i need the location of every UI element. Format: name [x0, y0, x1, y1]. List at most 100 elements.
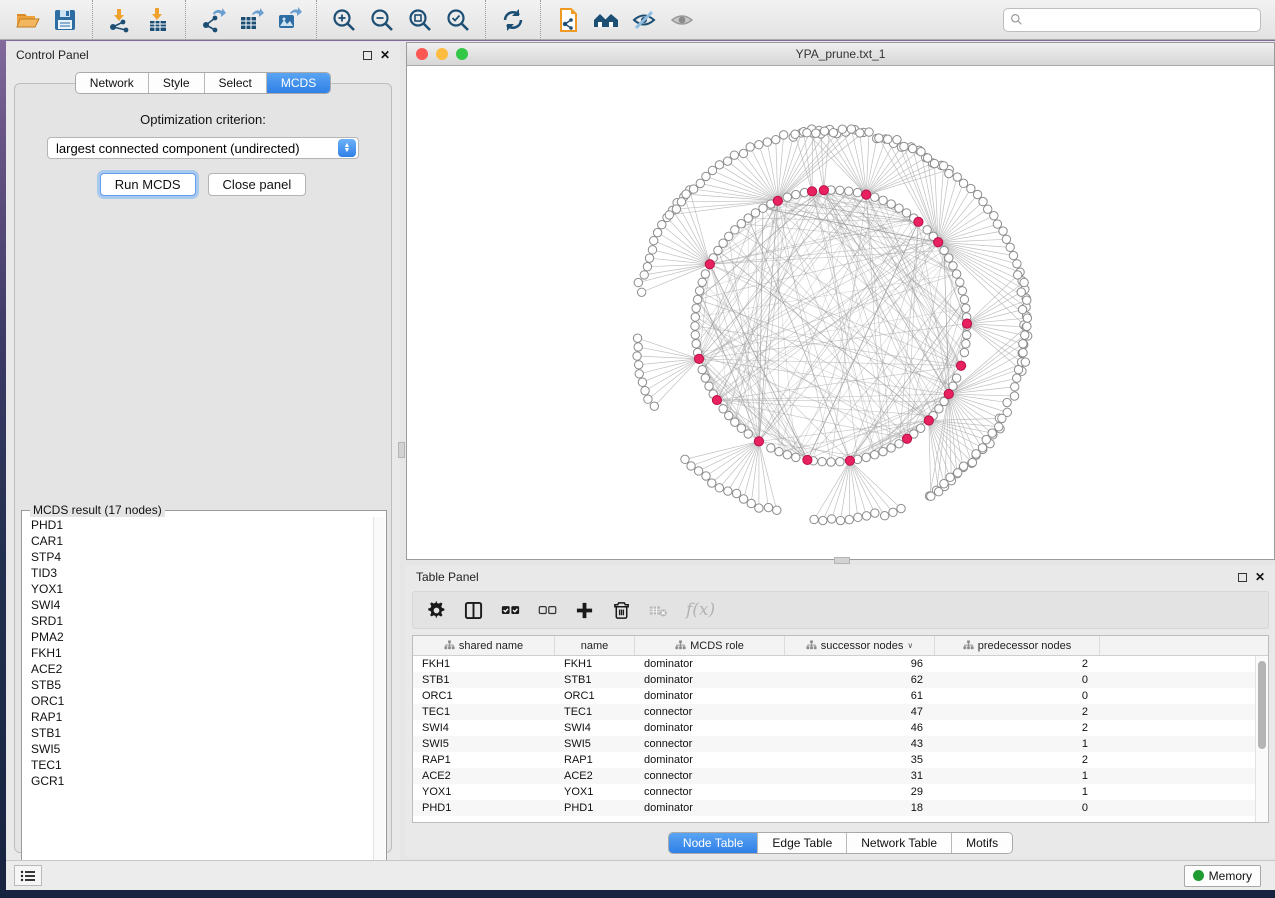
mcds-result-item[interactable]: CAR1	[31, 533, 373, 549]
leaf-node[interactable]	[791, 130, 799, 138]
leaf-node[interactable]	[829, 128, 837, 136]
mcds-result-item[interactable]: STB1	[31, 725, 373, 741]
tab-motifs[interactable]: Motifs	[952, 833, 1012, 853]
leaf-node[interactable]	[1011, 383, 1019, 391]
leaf-node[interactable]	[1013, 271, 1021, 279]
leaf-node[interactable]	[1010, 392, 1018, 400]
leaf-node[interactable]	[1009, 251, 1017, 259]
ring-node[interactable]	[693, 295, 701, 303]
ring-node[interactable]	[767, 444, 775, 452]
mcds-result-item[interactable]: YOX1	[31, 581, 373, 597]
vertical-splitter-handle[interactable]	[398, 442, 405, 458]
import-table-icon[interactable]	[139, 4, 177, 36]
leaf-node[interactable]	[917, 147, 925, 155]
ring-node[interactable]	[945, 254, 953, 262]
mcds-hub-node[interactable]	[694, 354, 703, 363]
tab-style[interactable]: Style	[149, 73, 205, 93]
leaf-node[interactable]	[1003, 398, 1011, 406]
leaf-node[interactable]	[724, 487, 732, 495]
mcds-result-item[interactable]: SWI4	[31, 597, 373, 613]
column-header-MCDS-role[interactable]: MCDS role	[635, 636, 785, 655]
leaf-node[interactable]	[995, 423, 1003, 431]
leaf-node[interactable]	[934, 488, 942, 496]
leaf-node[interactable]	[653, 228, 661, 236]
mcds-hub-node[interactable]	[924, 416, 933, 425]
leaf-node[interactable]	[897, 504, 905, 512]
table-row[interactable]: SWI4SWI4dominator462	[413, 720, 1268, 736]
ring-node[interactable]	[949, 262, 957, 270]
mcds-hub-node[interactable]	[962, 319, 971, 328]
criterion-dropdown[interactable]: largest connected component (undirected)…	[47, 137, 359, 159]
ring-node[interactable]	[871, 451, 879, 459]
leaf-node[interactable]	[871, 509, 879, 517]
leaf-node[interactable]	[973, 190, 981, 198]
memory-button[interactable]: Memory	[1184, 865, 1261, 887]
leaf-node[interactable]	[755, 504, 763, 512]
leaf-node[interactable]	[665, 211, 673, 219]
close-table-panel-icon[interactable]: ✕	[1255, 573, 1265, 582]
mcds-hub-node[interactable]	[902, 434, 911, 443]
leaf-node[interactable]	[687, 462, 695, 470]
leaf-node[interactable]	[1023, 322, 1031, 330]
leaf-node[interactable]	[638, 378, 646, 386]
leaf-node[interactable]	[635, 361, 643, 369]
close-panel-button[interactable]: Close panel	[208, 173, 307, 196]
table-row[interactable]: PHD1PHD1dominator180	[413, 800, 1268, 816]
leaf-node[interactable]	[715, 484, 723, 492]
run-mcds-button[interactable]: Run MCDS	[100, 173, 196, 196]
leaf-node[interactable]	[1017, 288, 1025, 296]
ring-node[interactable]	[836, 458, 844, 466]
column-header-successor-nodes[interactable]: successor nodes∨	[785, 636, 935, 655]
leaf-node[interactable]	[1013, 260, 1021, 268]
mcds-result-item[interactable]: GCR1	[31, 773, 373, 789]
leaf-node[interactable]	[1021, 331, 1029, 339]
leaf-node[interactable]	[959, 179, 967, 187]
ring-node[interactable]	[916, 424, 924, 432]
leaf-node[interactable]	[641, 387, 649, 395]
ring-node[interactable]	[719, 239, 727, 247]
mcds-list-scrollbar[interactable]	[373, 517, 385, 876]
delete-column-icon[interactable]	[612, 601, 631, 620]
maximize-window-icon[interactable]	[456, 48, 468, 60]
ring-node[interactable]	[962, 340, 970, 348]
leaf-node[interactable]	[1014, 365, 1022, 373]
copy-network-icon[interactable]	[549, 4, 587, 36]
leaf-node[interactable]	[723, 157, 731, 165]
mcds-result-list[interactable]: PHD1CAR1STP4TID3YOX1SWI4SRD1PMA2FKH1ACE2…	[23, 517, 373, 876]
tab-node-table[interactable]: Node Table	[669, 833, 759, 853]
leaf-node[interactable]	[927, 492, 935, 500]
leaf-node[interactable]	[1020, 278, 1028, 286]
leaf-node[interactable]	[847, 125, 855, 133]
table-scrollbar[interactable]	[1255, 656, 1268, 822]
leaf-node[interactable]	[739, 149, 747, 157]
tab-select[interactable]: Select	[205, 73, 267, 93]
leaf-node[interactable]	[812, 129, 820, 137]
leaf-node[interactable]	[999, 227, 1007, 235]
ring-node[interactable]	[759, 204, 767, 212]
leaf-node[interactable]	[819, 516, 827, 524]
mcds-hub-node[interactable]	[862, 190, 871, 199]
table-row[interactable]: YOX1YOX1connector291	[413, 784, 1268, 800]
leaf-node[interactable]	[746, 143, 754, 151]
ring-node[interactable]	[695, 287, 703, 295]
leaf-node[interactable]	[968, 458, 976, 466]
mcds-hub-node[interactable]	[712, 395, 721, 404]
leaf-node[interactable]	[838, 125, 846, 133]
mcds-result-item[interactable]: SWI5	[31, 741, 373, 757]
leaf-node[interactable]	[845, 515, 853, 523]
leaf-node[interactable]	[694, 467, 702, 475]
open-file-icon[interactable]	[8, 4, 46, 36]
gear-icon[interactable]	[427, 601, 446, 620]
ring-node[interactable]	[731, 418, 739, 426]
deselect-all-columns-icon[interactable]	[538, 601, 557, 620]
first-neighbors-icon[interactable]	[587, 4, 625, 36]
tab-edge-table[interactable]: Edge Table	[758, 833, 847, 853]
ring-node[interactable]	[783, 451, 791, 459]
export-image-icon[interactable]	[270, 4, 308, 36]
leaf-node[interactable]	[650, 236, 658, 244]
close-panel-icon[interactable]: ✕	[380, 51, 390, 60]
search-input[interactable]	[1028, 13, 1254, 27]
ring-node[interactable]	[725, 232, 733, 240]
ring-node[interactable]	[956, 278, 964, 286]
leaf-node[interactable]	[1002, 235, 1010, 243]
